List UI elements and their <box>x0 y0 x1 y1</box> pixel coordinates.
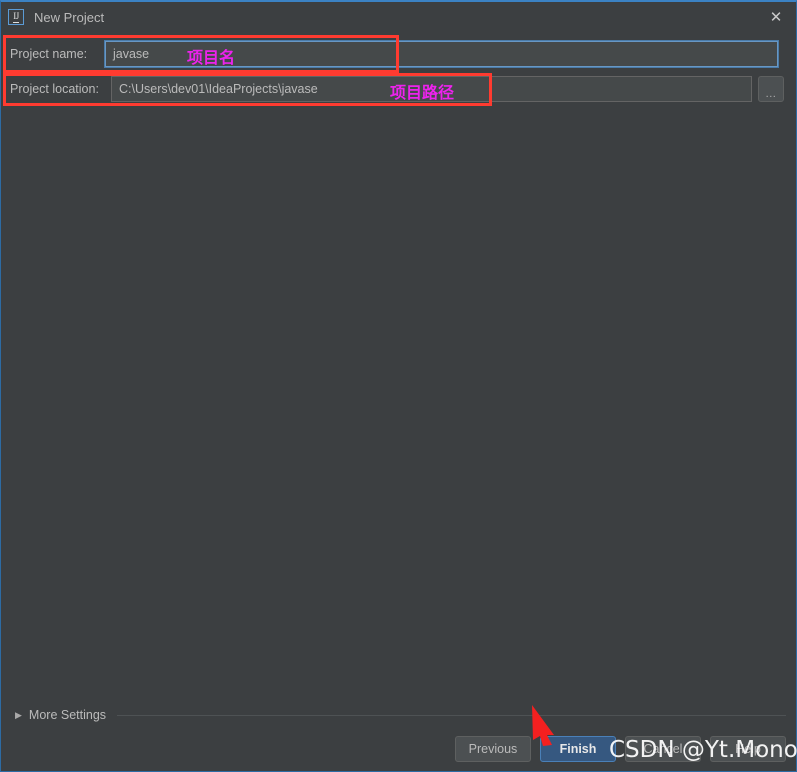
separator-line <box>117 714 786 716</box>
close-icon[interactable]: ✕ <box>764 6 788 28</box>
project-name-label: Project name: <box>10 47 88 61</box>
cancel-button[interactable]: Cancel <box>625 736 701 762</box>
chevron-right-icon[interactable]: ▶ <box>15 710 22 721</box>
finish-button[interactable]: Finish <box>540 736 616 762</box>
new-project-dialog: IJ New Project ✕ Project name: javase Pr… <box>0 0 797 772</box>
more-settings-label[interactable]: More Settings <box>29 708 106 722</box>
project-name-row: Project name: javase <box>1 40 796 68</box>
ij-glyph: IJ <box>13 10 19 23</box>
dialog-content-area <box>1 106 796 698</box>
help-button[interactable]: Help <box>710 736 786 762</box>
intellij-idea-icon: IJ <box>8 9 24 25</box>
project-location-row: Project location: C:\Users\dev01\IdeaPro… <box>1 75 796 103</box>
previous-button[interactable]: Previous <box>455 736 531 762</box>
project-name-value: javase <box>113 47 150 61</box>
window-title: New Project <box>34 9 105 25</box>
dialog-button-bar: Previous Finish Cancel Help <box>1 736 796 762</box>
browse-folder-button[interactable]: ... <box>758 76 784 102</box>
project-location-value: C:\Users\dev01\IdeaProjects\javase <box>119 82 318 96</box>
title-bar: IJ New Project ✕ <box>1 2 796 32</box>
project-name-input[interactable]: javase <box>104 40 779 68</box>
project-location-input[interactable]: C:\Users\dev01\IdeaProjects\javase <box>111 76 752 102</box>
ellipsis-icon: ... <box>765 88 777 100</box>
more-settings-section[interactable]: ▶ More Settings <box>1 704 796 726</box>
project-location-label: Project location: <box>10 82 99 96</box>
